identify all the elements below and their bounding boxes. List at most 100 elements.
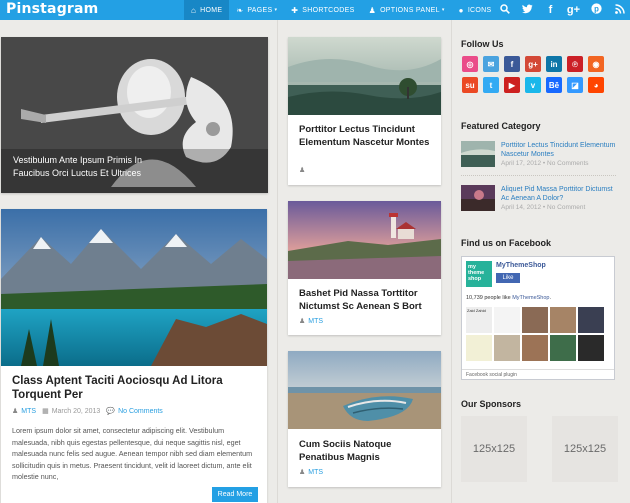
fb-like-label: Like (502, 275, 514, 281)
social-icons-grid: ◎ ✉ f g+ in ℗ ◉ su t ▶ v Bē ◪ ◕ (462, 56, 616, 93)
fb-fans-grid: Zaid Zahid (466, 307, 612, 361)
featured-slider[interactable]: Vestibulum Ante Ipsum Primis In Faucibus… (1, 37, 268, 217)
grid-post-image[interactable] (288, 351, 441, 429)
search-icon[interactable] (493, 3, 516, 17)
post-author[interactable]: MTS (21, 408, 36, 415)
behance-icon[interactable]: Bē (546, 77, 562, 93)
fb-fan-avatar[interactable] (578, 307, 604, 333)
nav-pages[interactable]: ❧ PAGES ▾ (229, 0, 284, 20)
fb-like-button[interactable]: Like (496, 273, 520, 283)
nav-pages-label: PAGES (247, 6, 273, 14)
fb-fan-avatar[interactable] (522, 335, 548, 361)
fb-likes-link[interactable]: MyThemeShop (512, 295, 549, 301)
twitter-icon[interactable] (516, 4, 539, 17)
featured-category-item[interactable]: Aliquet Pid Massa Porttitor Dictumst Ac … (461, 185, 617, 215)
reddit-icon[interactable]: ◕ (588, 77, 604, 93)
rss-icon[interactable]: ◉ (588, 56, 604, 72)
grid-post-title[interactable]: Cum Sociis Natoque Penatibus Magnis (299, 439, 434, 464)
vimeo-icon[interactable]: v (525, 77, 541, 93)
grid-post-title[interactable]: Bashet Pid Nassa Torttitor Nictumst Sc A… (299, 288, 434, 313)
youtube-icon[interactable]: ▶ (504, 77, 520, 93)
dribbble-icon[interactable]: ◎ (462, 56, 478, 72)
featured-post-meta: ♟ MTS ▦ March 20, 2013 💬 No Comments (12, 407, 163, 416)
fb-fan-avatar[interactable] (522, 307, 548, 333)
fb-fan-avatar[interactable] (578, 335, 604, 361)
email-icon[interactable]: ✉ (483, 56, 499, 72)
nav-options-panel-label: OPTIONS PANEL (380, 6, 440, 14)
featured-item-comments[interactable]: No Comment (547, 204, 585, 211)
fb-fan-avatar[interactable] (494, 307, 520, 333)
post-author[interactable]: MTS (308, 469, 323, 476)
home-icon: ⌂ (191, 5, 197, 15)
stumbleupon-icon[interactable]: su (462, 77, 478, 93)
nav-icons-label: ICONS (467, 6, 492, 14)
featured-item-comments[interactable]: No Comments (547, 160, 589, 167)
fb-fan-avatar[interactable] (494, 335, 520, 361)
facebook-icon[interactable]: f (504, 56, 520, 72)
user-icon: ♟ (299, 318, 306, 325)
fb-fan-avatar[interactable]: Zaid Zahid (466, 307, 492, 333)
separator (461, 175, 616, 176)
column-divider (451, 20, 452, 503)
mythemeshop-logo[interactable]: my theme shop (466, 261, 492, 287)
featured-item-meta: April 14, 2012 • No Comment (501, 204, 586, 211)
pinterest-icon[interactable]: ℗ (567, 56, 583, 72)
nav-options-panel[interactable]: ♟ OPTIONS PANEL ▾ (362, 0, 452, 20)
grid-post-title[interactable]: Porttitor Lectus Tincidunt Elementum Nas… (299, 124, 434, 149)
featured-thumb[interactable] (461, 185, 495, 211)
follow-us-heading: Follow Us (461, 39, 504, 49)
featured-post-title[interactable]: Class Aptent Taciti Aociosqu Ad Litora T… (12, 374, 252, 402)
googleplus-icon[interactable]: g+ (525, 56, 541, 72)
featured-post-card: Class Aptent Taciti Aociosqu Ad Litora T… (1, 209, 267, 503)
grid-post-card: Cum Sociis Natoque Penatibus Magnis ♟ MT… (288, 351, 441, 487)
twitter-icon[interactable]: t (483, 77, 499, 93)
column-divider (277, 20, 278, 503)
grid-post-meta: ♟ MTS (299, 468, 323, 477)
pinterest-icon[interactable]: p (585, 3, 608, 17)
grid-post-card: Porttitor Lectus Tincidunt Elementum Nas… (288, 37, 441, 185)
comments-icon: 💬 (106, 408, 116, 415)
nav-home[interactable]: ⌂ HOME (184, 0, 230, 20)
featured-post-image[interactable] (1, 209, 267, 366)
fb-plugin-label[interactable]: Facebook social plugin (466, 372, 517, 378)
featured-category-heading: Featured Category (461, 121, 541, 131)
featured-item-date: April 14, 2012 (501, 204, 542, 211)
user-icon: ♟ (299, 167, 306, 174)
post-date: March 20, 2013 (51, 407, 101, 415)
fb-fan-avatar[interactable] (550, 335, 576, 361)
featured-item-date: April 17, 2012 (501, 160, 542, 167)
header-social-icons: f g+ p (493, 0, 630, 20)
main-menu: ⌂ HOME ❧ PAGES ▾ ✚ SHORTCODES ♟ OPTIONS … (184, 0, 498, 20)
facebook-icon[interactable]: f (539, 4, 562, 16)
grid-post-image[interactable] (288, 201, 441, 279)
delicious-icon[interactable]: ◪ (567, 77, 583, 93)
sponsor-ad[interactable]: 125x125 (552, 416, 618, 482)
grid-post-image[interactable] (288, 37, 441, 115)
slider-caption[interactable]: Vestibulum Ante Ipsum Primis In Faucibus… (13, 154, 173, 180)
linkedin-icon[interactable]: in (546, 56, 562, 72)
featured-item-title[interactable]: Aliquet Pid Massa Porttitor Dictumst Ac … (501, 185, 616, 203)
post-comments[interactable]: No Comments (118, 408, 163, 415)
featured-category-item[interactable]: Porttitor Lectus Tincidunt Elementum Nas… (461, 141, 617, 171)
featured-thumb[interactable] (461, 141, 495, 167)
post-author[interactable]: MTS (308, 318, 323, 325)
facebook-like-box: my theme shop MyThemeShop Like 10,739 pe… (461, 256, 615, 380)
grid-post-card: Bashet Pid Nassa Torttitor Nictumst Sc A… (288, 201, 441, 335)
fb-page-name[interactable]: MyThemeShop (496, 262, 546, 269)
fb-fan-name: Zaid Zahid (467, 308, 486, 313)
fb-likes-text: 10,739 people like (466, 295, 511, 301)
site-logo[interactable]: Pinstagram (6, 1, 98, 17)
rss-icon[interactable] (608, 3, 630, 17)
nav-icons[interactable]: ● ICONS (452, 0, 499, 20)
grid-post-meta: ♟ MTS (299, 317, 323, 326)
grid-post-meta: ♟ (299, 166, 308, 174)
fb-fan-avatar[interactable] (550, 307, 576, 333)
nav-shortcodes[interactable]: ✚ SHORTCODES (284, 0, 361, 20)
featured-item-title[interactable]: Porttitor Lectus Tincidunt Elementum Nas… (501, 141, 616, 159)
chevron-down-icon: ▾ (274, 7, 278, 13)
googleplus-icon[interactable]: g+ (562, 4, 585, 16)
sponsor-ad[interactable]: 125x125 (461, 416, 527, 482)
sponsors-heading: Our Sponsors (461, 399, 522, 409)
read-more-button[interactable]: Read More (212, 487, 258, 502)
fb-fan-avatar[interactable] (466, 335, 492, 361)
